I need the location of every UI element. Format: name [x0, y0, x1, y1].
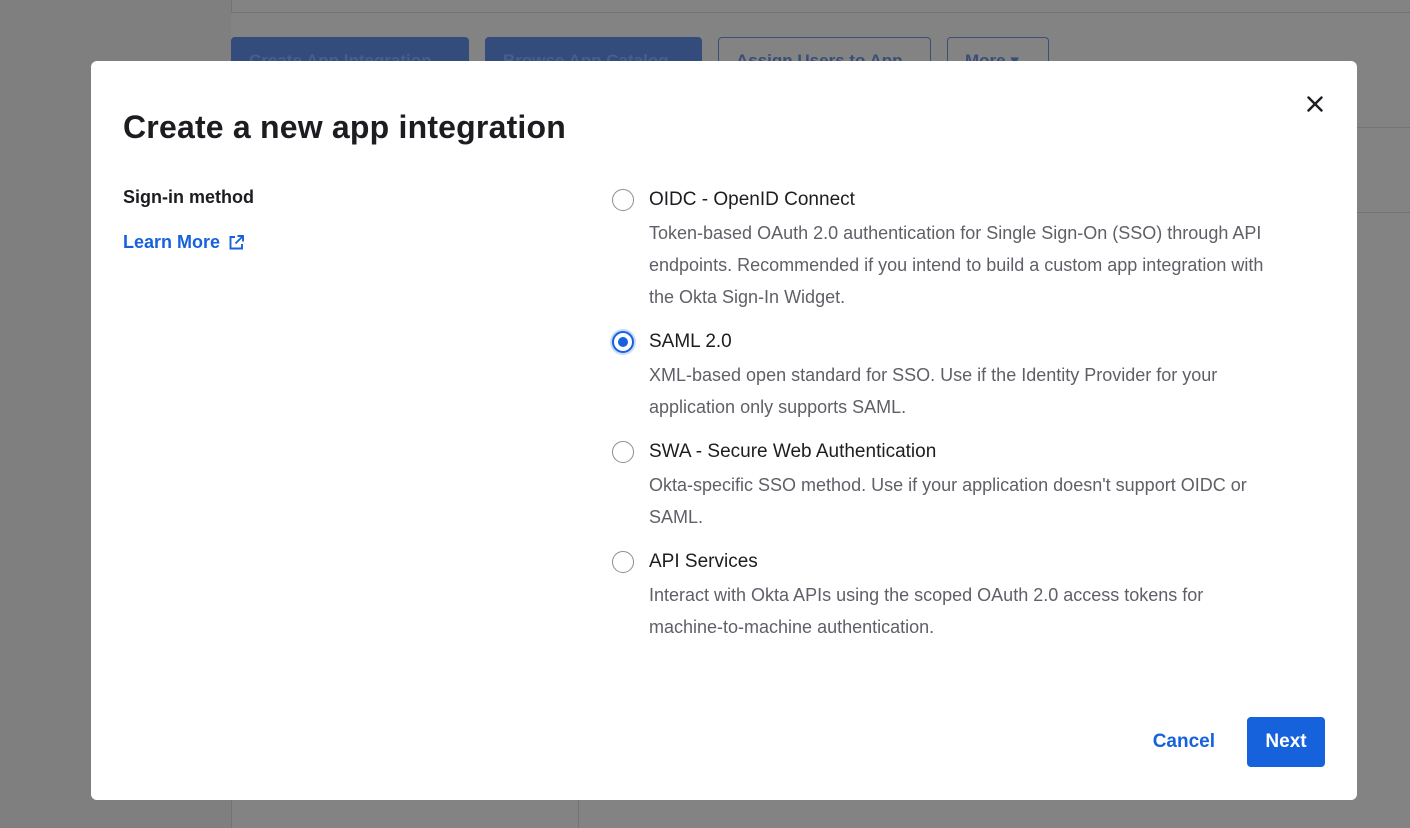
description-line: application only supports SAML.: [649, 397, 907, 417]
description-line: Interact with Okta APIs using the scoped…: [649, 585, 1204, 605]
background-divider: [231, 800, 232, 828]
api-services-option-title[interactable]: API Services: [649, 547, 1319, 577]
oidc-option-title[interactable]: OIDC - OpenID Connect: [649, 185, 1319, 215]
swa-option-description: Okta-specific SSO method. Use if your ap…: [649, 469, 1319, 533]
saml-option-title[interactable]: SAML 2.0: [649, 327, 1319, 357]
description-line: machine-to-machine authentication.: [649, 617, 935, 637]
dialog-title: Create a new app integration: [123, 109, 567, 145]
learn-more-label: Learn More: [123, 232, 221, 252]
background-top-bar: [231, 0, 1410, 13]
oidc-option-description: Token-based OAuth 2.0 authentication for…: [649, 217, 1319, 313]
description-line: endpoints. Recommended if you intend to …: [649, 255, 1264, 275]
api-services-option-description: Interact with Okta APIs using the scoped…: [649, 579, 1319, 643]
external-link-icon: [229, 235, 244, 250]
sign-in-method-section: Sign-in method Learn More: [123, 187, 543, 253]
close-icon: [1307, 96, 1323, 112]
oidc-radio[interactable]: [612, 189, 634, 211]
swa-radio[interactable]: [612, 441, 634, 463]
description-line: SAML.: [649, 507, 704, 527]
close-button[interactable]: [1302, 91, 1328, 117]
description-line: XML-based open standard for SSO. Use if …: [649, 365, 1218, 385]
sign-in-method-options: OIDC - OpenID Connect Token-based OAuth …: [609, 185, 1319, 643]
background-divider: [578, 800, 579, 828]
api-services-radio[interactable]: [612, 551, 634, 573]
next-button[interactable]: Next: [1247, 717, 1325, 767]
option-oidc: OIDC - OpenID Connect Token-based OAuth …: [609, 185, 1319, 313]
cancel-button[interactable]: Cancel: [1153, 731, 1215, 753]
description-line: Token-based OAuth 2.0 authentication for…: [649, 223, 1262, 243]
dialog-footer: Cancel Next: [1153, 717, 1325, 767]
swa-option-title[interactable]: SWA - Secure Web Authentication: [649, 437, 1319, 467]
option-swa: SWA - Secure Web Authentication Okta-spe…: [609, 437, 1319, 533]
background-divider: [1357, 127, 1410, 128]
create-app-integration-dialog: Create a new app integration Sign-in met…: [91, 61, 1357, 800]
learn-more-link[interactable]: Learn More: [123, 232, 245, 253]
saml-radio[interactable]: [612, 331, 634, 353]
saml-option-description: XML-based open standard for SSO. Use if …: [649, 359, 1319, 423]
description-line: the Okta Sign-In Widget.: [649, 287, 846, 307]
description-line: Okta-specific SSO method. Use if your ap…: [649, 475, 1247, 495]
background-divider: [1357, 212, 1410, 213]
option-saml: SAML 2.0 XML-based open standard for SSO…: [609, 327, 1319, 423]
option-api-services: API Services Interact with Okta APIs usi…: [609, 547, 1319, 643]
sign-in-method-label: Sign-in method: [123, 187, 254, 207]
